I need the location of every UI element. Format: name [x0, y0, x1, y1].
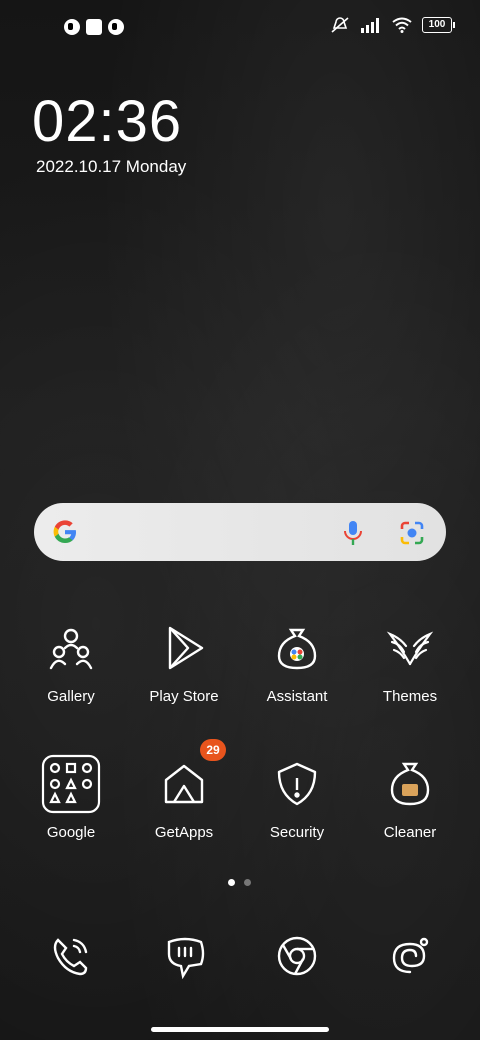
status-bar: 100 [0, 0, 480, 56]
app-label: Play Store [149, 688, 219, 705]
app-cleaner[interactable]: Cleaner [354, 752, 466, 841]
app-label: Security [269, 824, 325, 841]
assistant-icon [265, 616, 329, 680]
app-play-store[interactable]: Play Store [128, 616, 240, 705]
app-gallery[interactable]: Gallery [15, 616, 127, 705]
camera-icon[interactable] [380, 926, 440, 986]
notification-icon [108, 19, 124, 35]
battery-icon: 100 [422, 17, 455, 33]
status-right-icons: 100 [330, 16, 455, 34]
themes-icon [378, 616, 442, 680]
mute-icon [331, 17, 349, 33]
page-dot [244, 879, 251, 886]
phone-icon[interactable] [40, 926, 100, 986]
app-google-folder[interactable]: Google [15, 752, 127, 841]
app-label: GetApps [154, 824, 214, 841]
mic-icon[interactable] [342, 519, 364, 547]
google-logo-icon [53, 520, 76, 543]
cleaner-icon [378, 752, 442, 816]
app-security[interactable]: Security [241, 752, 353, 841]
app-label: Google [46, 824, 96, 841]
clock-time[interactable]: 02:36 [32, 88, 182, 155]
gallery-icon [39, 616, 103, 680]
lens-icon[interactable] [398, 519, 426, 547]
security-icon [265, 752, 329, 816]
page-dot-active [228, 879, 235, 886]
status-left-icons [64, 19, 124, 35]
clock-date[interactable]: 2022.10.17 Monday [36, 157, 186, 177]
app-label: Gallery [47, 688, 95, 705]
home-indicator[interactable] [151, 1027, 329, 1032]
wifi-icon [392, 17, 412, 33]
getapps-icon [152, 752, 216, 816]
google-folder-icon [39, 752, 103, 816]
google-search-bar[interactable] [34, 503, 446, 561]
chrome-icon[interactable] [267, 926, 327, 986]
app-label: Themes [382, 688, 438, 705]
signal-icon [361, 18, 379, 33]
app-assistant[interactable]: Assistant [241, 616, 353, 705]
messages-icon[interactable] [155, 926, 215, 986]
app-themes[interactable]: Themes [354, 616, 466, 705]
page-indicator [228, 879, 251, 886]
notification-icon [64, 19, 80, 35]
app-label: Cleaner [383, 824, 437, 841]
app-getapps[interactable]: GetApps [128, 752, 240, 841]
play-store-icon [152, 616, 216, 680]
notification-badge: 29 [200, 739, 226, 761]
app-label: Assistant [266, 688, 328, 705]
stop-icon [86, 19, 102, 35]
